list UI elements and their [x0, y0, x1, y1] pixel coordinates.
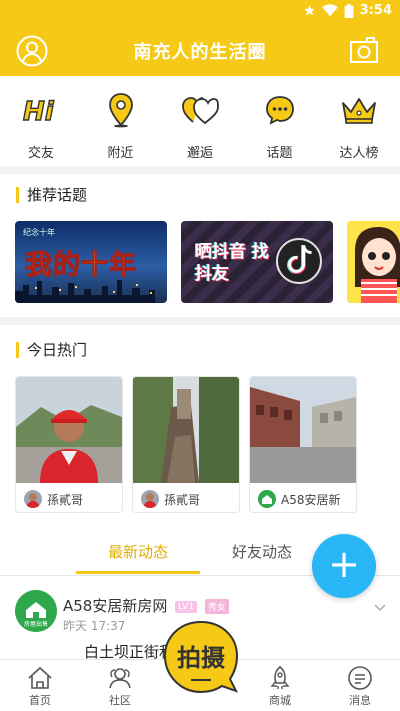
topic-card[interactable]: 晒抖音 找抖友 — [181, 221, 333, 303]
city-skyline-image — [15, 280, 155, 303]
svg-text:Hi: Hi — [23, 97, 55, 125]
hot-user-name: 孫貳哥 — [164, 492, 201, 507]
level-badge: LV1 — [175, 600, 198, 613]
tag-badge: 秀女 — [204, 599, 229, 614]
category-label: 话题 — [266, 146, 293, 161]
nav-mall[interactable]: 商城 — [252, 664, 308, 708]
category-label: 交友 — [27, 146, 54, 161]
avatar — [258, 490, 276, 508]
hot-list: 孫貳哥 孫貳哥 A58安居新 — [15, 376, 400, 514]
hot-card[interactable]: 孫貳哥 — [132, 376, 240, 513]
tab-friends[interactable]: 好友动态 — [232, 541, 292, 562]
camera-button[interactable] — [350, 37, 378, 63]
category-leaderboard[interactable]: 达人榜 — [326, 76, 392, 166]
wifi-icon — [321, 4, 338, 17]
crown-icon — [342, 98, 376, 124]
message-icon — [348, 666, 372, 690]
hot-user-name: A58安居新 — [281, 492, 341, 507]
avatar — [141, 490, 159, 508]
category-nav: Hi 交友 附近 邂逅 话题 达人榜 — [0, 76, 400, 166]
category-friends[interactable]: Hi 交友 — [8, 76, 74, 166]
category-encounter[interactable]: 邂逅 — [167, 76, 233, 166]
nav-messages[interactable]: 消息 — [332, 664, 388, 708]
nav-label: 社区 — [109, 694, 131, 707]
status-time: 3:54 — [359, 3, 392, 18]
topic-card[interactable] — [347, 221, 400, 303]
app-header: 3:54 南充人的生活圈 — [0, 0, 400, 76]
nav-label: 首页 — [29, 694, 51, 707]
nav-community[interactable]: 社区 — [92, 664, 148, 708]
tiktok-logo-icon — [276, 238, 322, 284]
hot-user-name: 孫貳哥 — [47, 492, 84, 507]
community-icon — [109, 668, 131, 689]
chat-bubble-icon — [265, 96, 294, 125]
nav-label: 消息 — [349, 694, 371, 707]
location-pin-icon — [108, 93, 133, 128]
category-label: 邂逅 — [186, 146, 213, 161]
hi-icon: Hi — [22, 96, 55, 125]
category-topics[interactable]: 话题 — [247, 76, 313, 166]
hearts-icon — [182, 97, 219, 125]
plus-icon: + — [328, 542, 360, 586]
topic-tag: 纪念十年 — [23, 228, 55, 237]
hot-title: 今日热门 — [16, 342, 87, 358]
topic-caption: 晒抖音 找抖友 — [195, 242, 269, 284]
tab-latest[interactable]: 最新动态 — [108, 541, 168, 562]
section-divider — [0, 166, 400, 174]
camera-icon — [350, 37, 378, 63]
battery-icon — [344, 3, 354, 18]
status-bar: 3:54 — [0, 0, 400, 24]
street-photo-image — [250, 377, 356, 483]
topic-card[interactable]: 纪念十年 我的十年 — [15, 221, 167, 303]
post-time: 昨天 17:37 — [63, 619, 126, 633]
section-divider — [0, 317, 400, 325]
shoot-button[interactable]: 拍摄 — [161, 618, 241, 698]
avatar — [24, 490, 42, 508]
home-icon — [28, 666, 52, 689]
category-nearby[interactable]: 附近 — [88, 76, 154, 166]
page-title: 南充人的生活圈 — [133, 42, 267, 63]
alley-photo-image — [133, 377, 239, 483]
nav-home[interactable]: 首页 — [12, 664, 68, 708]
chevron-down-icon[interactable] — [374, 601, 386, 615]
tab-underline — [76, 571, 200, 574]
nav-label: 商城 — [269, 694, 291, 707]
hot-card[interactable]: 孫貳哥 — [15, 376, 123, 513]
star-icon — [303, 5, 315, 16]
category-label: 附近 — [107, 146, 134, 161]
avatar-caption: 房屋出售 — [23, 621, 48, 628]
shoot-label: 拍摄 — [177, 644, 225, 672]
recommended-title: 推荐话题 — [16, 187, 87, 203]
topics-carousel[interactable]: 纪念十年 我的十年 晒抖音 找抖友 — [15, 221, 400, 303]
person-photo-image — [16, 377, 122, 483]
hot-card[interactable]: A58安居新 — [249, 376, 357, 513]
rocket-icon — [270, 665, 290, 689]
post-author[interactable]: A58安居新房网 — [63, 597, 167, 615]
cartoon-girl-image — [347, 221, 400, 303]
category-label: 达人榜 — [339, 146, 379, 161]
avatar[interactable]: 房屋出售 — [15, 590, 57, 632]
